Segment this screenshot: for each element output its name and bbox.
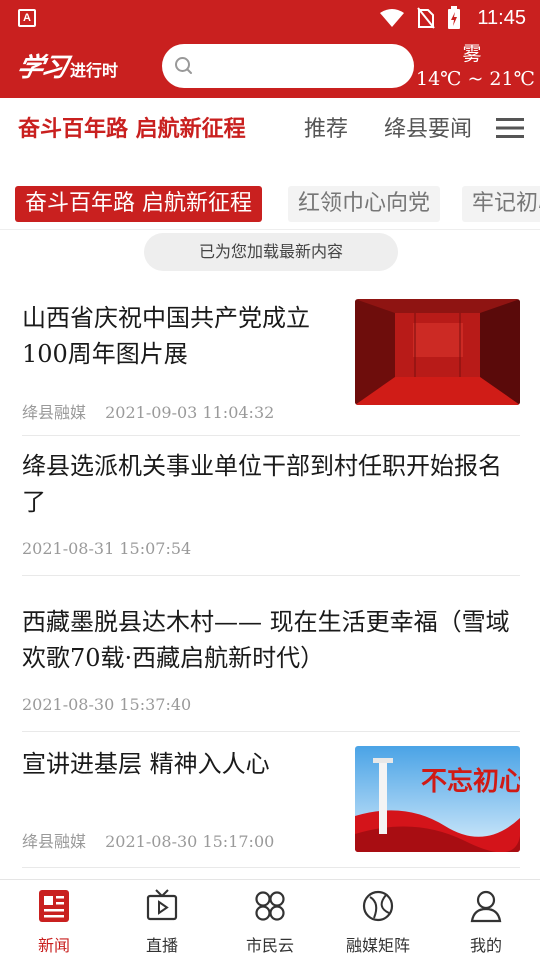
banner-caption: 不忘初心 牢记使命 xyxy=(421,766,520,797)
refresh-toast: 已为您加载最新内容 xyxy=(144,233,398,271)
news-thumbnail: 不忘初心 牢记使命 xyxy=(355,746,520,852)
matrix-icon xyxy=(362,890,394,922)
search-icon xyxy=(175,57,192,74)
tab-recommend[interactable]: 推荐 xyxy=(304,116,348,144)
app-notification-icon: A xyxy=(18,9,36,27)
news-item[interactable]: 西藏墨脱县达木村—— 现在生活更幸福（雪域欢歌70载·西藏启航新时代） 2021… xyxy=(22,576,520,732)
nav-live[interactable]: 直播 xyxy=(108,880,216,960)
battery-charging-icon xyxy=(448,6,461,29)
app-header: 学习 进行时 雾 14℃ ~ 21℃ xyxy=(0,36,540,98)
news-title: 山西省庆祝中国共产党成立100周年图片展 xyxy=(22,304,310,368)
subtab-remember[interactable]: 牢记初心 xyxy=(462,186,540,222)
weather-widget[interactable]: 雾 14℃ ~ 21℃ xyxy=(416,42,535,92)
news-time: 2021-08-31 15:07:54 xyxy=(22,539,192,558)
subchannel-tabs: 奋斗百年路 启航新征程 红领巾心向党 牢记初心 xyxy=(0,178,540,230)
nav-label: 市民云 xyxy=(245,936,294,955)
user-icon xyxy=(470,890,502,923)
news-time: 2021-09-03 11:04:32 xyxy=(105,403,275,422)
clover-icon xyxy=(255,891,285,921)
subtab-fendou[interactable]: 奋斗百年路 启航新征程 xyxy=(15,186,262,222)
news-time: 2021-08-30 15:17:00 xyxy=(105,832,275,851)
news-title: 宣讲进基层 精神入人心 xyxy=(22,750,270,778)
search-input[interactable] xyxy=(162,44,414,88)
banner-image: 不忘初心 牢记使命 xyxy=(355,746,520,852)
logo-script: 学习 xyxy=(14,53,69,83)
tab-jiangxian-news[interactable]: 绛县要闻 xyxy=(384,116,472,144)
news-item[interactable]: 绛县选派机关事业单位干部到村任职开始报名了 2021-08-31 15:07:5… xyxy=(22,436,520,576)
logo-text: 进行时 xyxy=(70,61,119,80)
no-sim-icon xyxy=(417,7,436,29)
news-title: 绛县选派机关事业单位干部到村任职开始报名了 xyxy=(22,452,502,516)
channel-tabs: 奋斗百年路 启航新征程 推荐 绛县要闻 xyxy=(0,98,540,164)
nav-citizen-cloud[interactable]: 市民云 xyxy=(216,880,324,960)
bottom-navigation: 新闻 直播 市民云 融媒矩阵 我的 xyxy=(0,879,540,960)
news-source: 绛县融媒 xyxy=(22,403,87,422)
exhibition-hall-image xyxy=(355,299,520,405)
weather-condition: 雾 xyxy=(462,43,482,65)
nav-news[interactable]: 新闻 xyxy=(0,880,108,960)
status-bar: A 11:45 xyxy=(0,0,540,36)
news-source: 绛县融媒 xyxy=(22,832,87,851)
news-meta: 2021-08-30 15:37:40 xyxy=(22,695,191,714)
weather-temperature: 14℃ ~ 21℃ xyxy=(416,68,535,90)
wifi-icon xyxy=(380,9,405,27)
nav-media-matrix[interactable]: 融媒矩阵 xyxy=(324,880,432,960)
nav-label: 融媒矩阵 xyxy=(345,936,410,955)
subtab-red-scarf[interactable]: 红领巾心向党 xyxy=(288,186,441,222)
news-title: 西藏墨脱县达木村—— 现在生活更幸福（雪域欢歌70载·西藏启航新时代） xyxy=(22,608,510,672)
news-item[interactable]: 山西省庆祝中国共产党成立100周年图片展 绛县融媒 2021-09-03 11:… xyxy=(22,298,520,436)
nav-label: 直播 xyxy=(145,936,178,955)
nav-profile[interactable]: 我的 xyxy=(432,880,540,960)
news-thumbnail xyxy=(355,299,520,405)
news-meta: 绛县融媒 2021-09-03 11:04:32 xyxy=(22,399,274,423)
news-time: 2021-08-30 15:37:40 xyxy=(22,695,192,714)
news-meta: 绛县融媒 2021-08-30 15:17:00 xyxy=(22,828,274,852)
status-time: 11:45 xyxy=(477,6,526,29)
tab-fendou[interactable]: 奋斗百年路 启航新征程 xyxy=(18,116,246,144)
tv-icon xyxy=(146,889,178,921)
news-meta: 2021-08-31 15:07:54 xyxy=(22,539,191,558)
app-logo[interactable]: 学习 进行时 xyxy=(14,48,119,84)
status-icons: 11:45 xyxy=(379,4,526,32)
nav-label: 新闻 xyxy=(37,936,70,955)
news-item[interactable]: 宣讲进基层 精神入人心 绛县融媒 2021-08-30 15:17:00 不忘初… xyxy=(22,732,520,868)
nav-label: 我的 xyxy=(469,936,502,955)
news-icon xyxy=(39,890,69,922)
hamburger-icon[interactable] xyxy=(496,116,524,140)
